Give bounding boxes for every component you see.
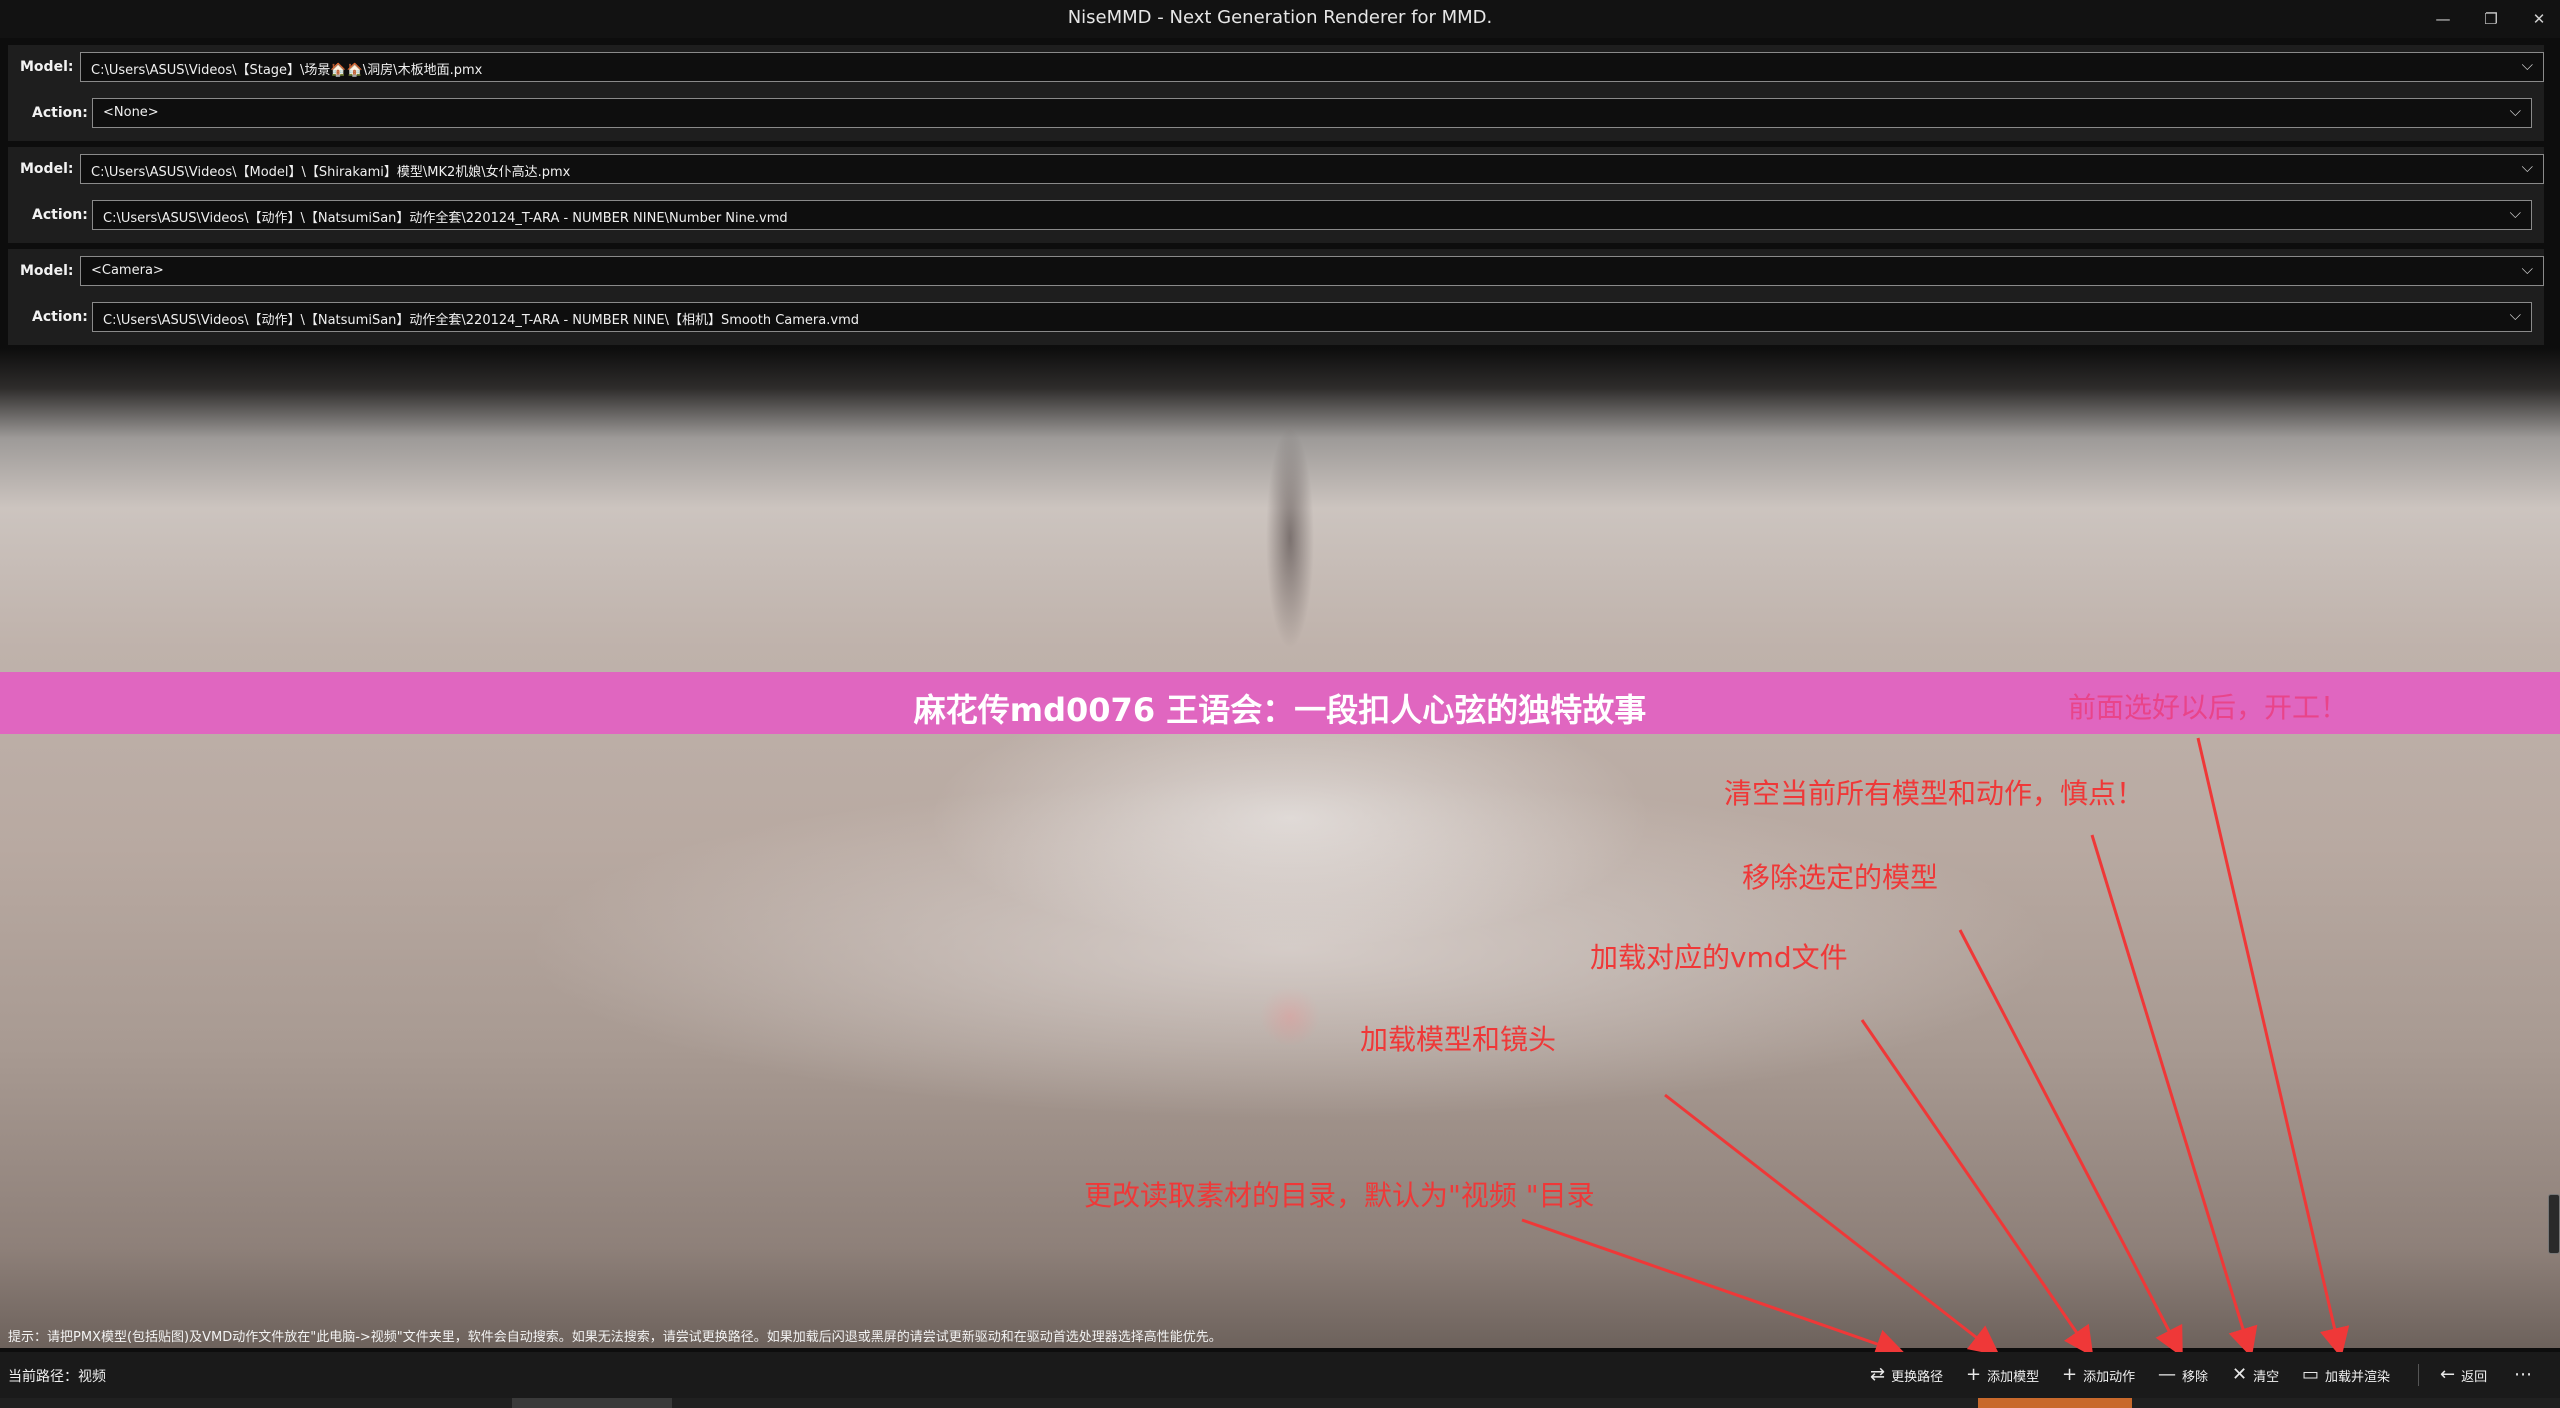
chevron-down-icon: ⌵ (2509, 204, 2521, 222)
action-row: Action: C:\Users\ASUS\Videos\【动作】\【Natsu… (8, 195, 2544, 239)
command-bar: 当前路径：视频 ⇄ 更换路径 + 添加模型 + 添加动作 — 移除 ✕ 清空 ▭… (0, 1352, 2560, 1398)
minus-icon: — (2158, 1364, 2176, 1385)
more-button[interactable]: ⋯ (2514, 1362, 2532, 1388)
model-row: Model: C:\Users\ASUS\Videos\【Model】\【Shi… (8, 149, 2544, 193)
clear-label: 清空 (2253, 1369, 2280, 1385)
chevron-down-icon: ⌵ (2509, 102, 2521, 120)
add-model-label: 添加模型 (1987, 1369, 2040, 1385)
change-path-label: 更换路径 (1891, 1369, 1944, 1385)
arrow-left-icon: ← (2440, 1364, 2456, 1385)
clear-button[interactable]: ✕ 清空 (2232, 1362, 2279, 1388)
annotation-start: 前面选好以后，开工！ (2068, 691, 2349, 724)
minimize-button[interactable]: — (2416, 0, 2470, 38)
add-model-button[interactable]: + 添加模型 (1966, 1362, 2039, 1388)
monitor-icon: ▭ (2302, 1364, 2320, 1385)
maximize-button[interactable]: ❐ (2464, 0, 2518, 38)
action-select-value: C:\Users\ASUS\Videos\【动作】\【NatsumiSan】动作… (103, 313, 859, 328)
action-select[interactable]: <None> ⌵ (92, 98, 2532, 128)
close-icon: ✕ (2532, 10, 2546, 28)
action-select[interactable]: C:\Users\ASUS\Videos\【动作】\【NatsumiSan】动作… (92, 302, 2532, 332)
model-label: Model: (20, 59, 74, 75)
toolbar-divider (2418, 1364, 2419, 1386)
chevron-down-icon: ⌵ (2521, 158, 2533, 176)
title-bar: NiseMMD - Next Generation Renderer for M… (0, 0, 2560, 38)
annotation-remove: 移除选定的模型 (1742, 861, 1939, 894)
restore-icon: ❐ (2484, 10, 2498, 28)
swap-icon: ⇄ (1870, 1364, 1886, 1385)
action-select-value: <None> (103, 105, 159, 120)
load-and-render-label: 加载并渲染 (2325, 1369, 2391, 1385)
action-row: Action: <None> ⌵ (8, 93, 2544, 137)
chevron-down-icon: ⌵ (2521, 56, 2533, 74)
add-action-label: 添加动作 (2083, 1369, 2136, 1385)
change-path-button[interactable]: ⇄ 更换路径 (1870, 1362, 1943, 1388)
taskbar-item-active[interactable] (1978, 1398, 2132, 1408)
side-scroll-handle[interactable] (2548, 1194, 2560, 1254)
action-select-value: C:\Users\ASUS\Videos\【动作】\【NatsumiSan】动作… (103, 211, 788, 226)
annotation-add-action: 加载对应的vmd文件 (1590, 941, 1848, 974)
annotation-clear: 清空当前所有模型和动作，慎点！ (1724, 777, 2145, 810)
action-label: Action: (32, 207, 88, 223)
minimize-icon: — (2435, 10, 2451, 28)
taskbar-item[interactable] (512, 1398, 672, 1408)
load-and-render-button[interactable]: ▭ 加载并渲染 (2302, 1362, 2390, 1388)
close-icon: ✕ (2232, 1364, 2248, 1385)
action-label: Action: (32, 105, 88, 121)
model-label: Model: (20, 161, 74, 177)
more-icon: ⋯ (2514, 1364, 2532, 1385)
plus-icon: + (1966, 1364, 1982, 1385)
hint-text: 提示：请把PMX模型(包括贴图)及VMD动作文件放在"此电脑->视频"文件夹里，… (8, 1330, 1222, 1345)
model-select-value: <Camera> (91, 263, 164, 278)
model-row: Model: C:\Users\ASUS\Videos\【Stage】\场景🏠🏠… (8, 47, 2544, 91)
model-group-2: Model: C:\Users\ASUS\Videos\【Model】\【Shi… (8, 147, 2544, 243)
plus-icon: + (2062, 1364, 2078, 1385)
os-taskbar (0, 1398, 2560, 1408)
action-select[interactable]: C:\Users\ASUS\Videos\【动作】\【NatsumiSan】动作… (92, 200, 2532, 230)
remove-label: 移除 (2182, 1369, 2209, 1385)
back-button[interactable]: ← 返回 (2440, 1362, 2487, 1388)
chevron-down-icon: ⌵ (2509, 306, 2521, 324)
action-row: Action: C:\Users\ASUS\Videos\【动作】\【Natsu… (8, 297, 2544, 341)
model-select[interactable]: <Camera> ⌵ (80, 256, 2544, 286)
add-action-button[interactable]: + 添加动作 (2062, 1362, 2135, 1388)
model-row: Model: <Camera> ⌵ (8, 251, 2544, 295)
model-select[interactable]: C:\Users\ASUS\Videos\【Stage】\场景🏠🏠\洞房\木板地… (80, 52, 2544, 82)
chevron-down-icon: ⌵ (2521, 260, 2533, 278)
model-group-1: Model: C:\Users\ASUS\Videos\【Stage】\场景🏠🏠… (8, 45, 2544, 141)
model-select-value: C:\Users\ASUS\Videos\【Model】\【Shirakami】… (91, 165, 571, 180)
close-button[interactable]: ✕ (2512, 0, 2560, 38)
model-label: Model: (20, 263, 74, 279)
model-group-3: Model: <Camera> ⌵ Action: C:\Users\ASUS\… (8, 249, 2544, 345)
model-select-value: C:\Users\ASUS\Videos\【Stage】\场景🏠🏠\洞房\木板地… (91, 63, 483, 78)
annotation-change-path: 更改读取素材的目录，默认为"视频 "目录 (1084, 1179, 1595, 1212)
action-label: Action: (32, 309, 88, 325)
annotation-add-model: 加载模型和镜头 (1360, 1023, 1557, 1056)
back-label: 返回 (2461, 1369, 2488, 1385)
window-title: NiseMMD - Next Generation Renderer for M… (1067, 7, 1493, 28)
remove-button[interactable]: — 移除 (2158, 1362, 2208, 1388)
model-select[interactable]: C:\Users\ASUS\Videos\【Model】\【Shirakami】… (80, 154, 2544, 184)
current-path-label: 当前路径：视频 (8, 1369, 106, 1385)
